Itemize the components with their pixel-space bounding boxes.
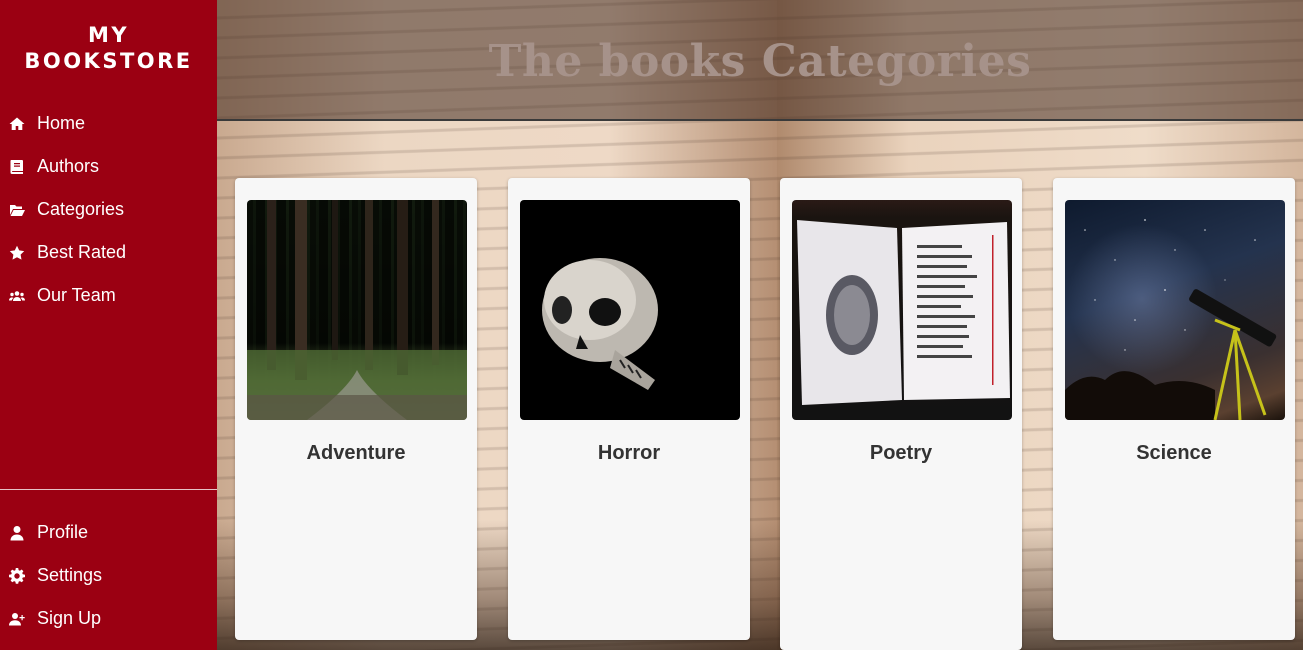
- account-nav: Profile Settings Sign Up: [0, 511, 217, 640]
- category-card-horror[interactable]: Horror: [508, 178, 750, 640]
- sidebar-item-home[interactable]: Home: [0, 102, 217, 145]
- sidebar-item-label: Profile: [37, 522, 89, 542]
- category-card-science[interactable]: Science: [1053, 178, 1295, 640]
- sidebar-item-best-rated[interactable]: Best Rated: [0, 231, 217, 274]
- category-label: Poetry: [869, 442, 933, 464]
- user-icon: [8, 524, 26, 542]
- sidebar-item-label: Best Rated: [37, 242, 127, 262]
- category-label: Adventure: [306, 442, 406, 464]
- sidebar-item-our-team[interactable]: Our Team: [0, 274, 217, 317]
- sidebar-item-profile[interactable]: Profile: [0, 511, 217, 554]
- star-icon: [8, 244, 26, 262]
- home-icon: [8, 115, 26, 133]
- users-icon: [8, 287, 26, 305]
- sidebar-item-label: Settings: [37, 565, 103, 585]
- user-plus-icon: [8, 610, 26, 628]
- forest-image: [247, 200, 467, 420]
- category-label: Horror: [597, 442, 661, 464]
- sidebar-item-categories[interactable]: Categories: [0, 188, 217, 231]
- book-icon: [8, 158, 26, 176]
- telescope-night-sky-image: [1065, 200, 1285, 420]
- sidebar-item-label: Authors: [37, 156, 100, 176]
- sidebar-item-label: Home: [37, 113, 86, 133]
- gear-icon: [8, 567, 26, 585]
- sidebar-item-label: Sign Up: [37, 608, 102, 628]
- brand-line-1: MY: [87, 23, 130, 47]
- folder-open-icon: [8, 201, 26, 219]
- skull-image: [520, 200, 740, 420]
- open-book-fingerprint-image: [792, 200, 1012, 420]
- main-nav: Home Authors Categories Best Rated Our T…: [0, 102, 217, 317]
- category-card-adventure[interactable]: Adventure: [235, 178, 477, 640]
- page-title: The books Categories: [488, 36, 1032, 87]
- sidebar-divider: [0, 489, 217, 490]
- sidebar-item-label: Our Team: [37, 285, 116, 305]
- sidebar-item-settings[interactable]: Settings: [0, 554, 217, 597]
- brand-logo[interactable]: MY BOOKSTORE: [0, 22, 217, 74]
- sidebar-item-authors[interactable]: Authors: [0, 145, 217, 188]
- sidebar-item-sign-up[interactable]: Sign Up: [0, 597, 217, 640]
- brand-line-2: BOOKSTORE: [24, 49, 193, 73]
- category-card-poetry[interactable]: Poetry: [780, 178, 1022, 650]
- sidebar-item-label: Categories: [37, 199, 125, 219]
- sidebar: MY BOOKSTORE Home Authors Categories Bes…: [0, 0, 217, 650]
- category-label: Science: [1136, 442, 1212, 464]
